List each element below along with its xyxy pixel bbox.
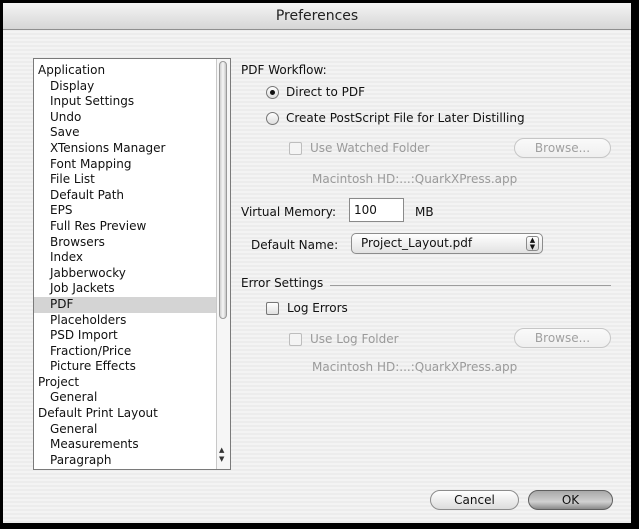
sidebar-item-save[interactable]: Save <box>34 125 217 141</box>
sidebar-item-full-res-preview[interactable]: Full Res Preview <box>34 219 217 235</box>
sidebar-item-eps[interactable]: EPS <box>34 203 217 219</box>
watched-folder-browse-button[interactable]: Browse... <box>514 138 611 158</box>
sidebar-item-psd-import[interactable]: PSD Import <box>34 328 217 344</box>
scrollbar-thumb[interactable] <box>219 61 227 319</box>
sidebar-item-general[interactable]: General <box>34 422 217 438</box>
sidebar-item-default-path[interactable]: Default Path <box>34 188 217 204</box>
cancel-button[interactable]: Cancel <box>430 490 519 510</box>
use-watched-folder-checkbox[interactable] <box>289 142 302 155</box>
error-settings-label: Error Settings <box>241 276 324 290</box>
sidebar-item-display[interactable]: Display <box>34 79 217 95</box>
sidebar-item-jabberwocky[interactable]: Jabberwocky <box>34 266 217 282</box>
log-errors-checkbox[interactable] <box>266 302 279 315</box>
sidebar-item-undo[interactable]: Undo <box>34 110 217 126</box>
preferences-window: Preferences Application Display Input Sett… <box>3 3 631 523</box>
create-postscript-label[interactable]: Create PostScript File for Later Distill… <box>286 111 525 125</box>
sidebar-item-placeholders[interactable]: Placeholders <box>34 313 217 329</box>
preferences-category-list[interactable]: Application Display Input Settings Undo Save… <box>33 58 231 470</box>
error-settings-divider <box>330 285 611 286</box>
default-name-select[interactable]: Project_Layout.pdf ▲ ▼ <box>351 233 543 254</box>
sidebar-item-general[interactable]: General <box>34 390 217 406</box>
sidebar-item-default-print-layout[interactable]: Default Print Layout <box>34 406 217 422</box>
default-name-value: Project_Layout.pdf <box>361 236 473 250</box>
use-log-folder-label: Use Log Folder <box>310 332 399 346</box>
log-errors-label[interactable]: Log Errors <box>287 301 348 315</box>
direct-to-pdf-radio[interactable] <box>266 86 279 99</box>
virtual-memory-label: Virtual Memory: <box>241 205 336 219</box>
log-folder-path: Macintosh HD:...:QuarkXPress.app <box>312 360 518 374</box>
log-folder-browse-button[interactable]: Browse... <box>514 328 611 348</box>
sidebar-item-input-settings[interactable]: Input Settings <box>34 94 217 110</box>
sidebar-item-job-jackets[interactable]: Job Jackets <box>34 281 217 297</box>
use-log-folder-checkbox[interactable] <box>289 333 302 346</box>
list-scrollbar[interactable]: ▲ ▼ <box>216 59 230 469</box>
direct-to-pdf-label[interactable]: Direct to PDF <box>286 85 365 99</box>
sidebar-item-xtensions-manager[interactable]: XTensions Manager <box>34 141 217 157</box>
sidebar-item-file-list[interactable]: File List <box>34 172 217 188</box>
watched-folder-path: Macintosh HD:...:QuarkXPress.app <box>312 172 518 186</box>
sidebar-item-paragraph[interactable]: Paragraph <box>34 453 217 469</box>
use-watched-folder-label: Use Watched Folder <box>310 141 430 155</box>
scroll-up-arrow-icon[interactable]: ▲ <box>219 446 224 454</box>
virtual-memory-unit: MB <box>415 205 434 219</box>
sidebar-item-measurements[interactable]: Measurements <box>34 437 217 453</box>
window-title: Preferences <box>3 3 631 30</box>
pdf-workflow-label: PDF Workflow: <box>241 63 327 77</box>
sidebar-item-pdf[interactable]: PDF <box>34 296 217 313</box>
sidebar-item-picture-effects[interactable]: Picture Effects <box>34 359 217 375</box>
select-stepper-icon: ▲ ▼ <box>526 236 539 251</box>
sidebar-item-fraction-price[interactable]: Fraction/Price <box>34 344 217 360</box>
ok-button[interactable]: OK <box>528 490 613 510</box>
sidebar-item-browsers[interactable]: Browsers <box>34 235 217 251</box>
virtual-memory-input[interactable]: 100 <box>349 198 404 222</box>
create-postscript-radio[interactable] <box>266 112 279 125</box>
sidebar-item-project[interactable]: Project <box>34 375 217 391</box>
sidebar-item-font-mapping[interactable]: Font Mapping <box>34 157 217 173</box>
sidebar-item-index[interactable]: Index <box>34 250 217 266</box>
category-items: Application Display Input Settings Undo Save… <box>34 63 217 468</box>
scroll-down-arrow-icon[interactable]: ▼ <box>219 455 224 463</box>
default-name-label: Default Name: <box>251 238 339 252</box>
sidebar-item-application[interactable]: Application <box>34 63 217 79</box>
